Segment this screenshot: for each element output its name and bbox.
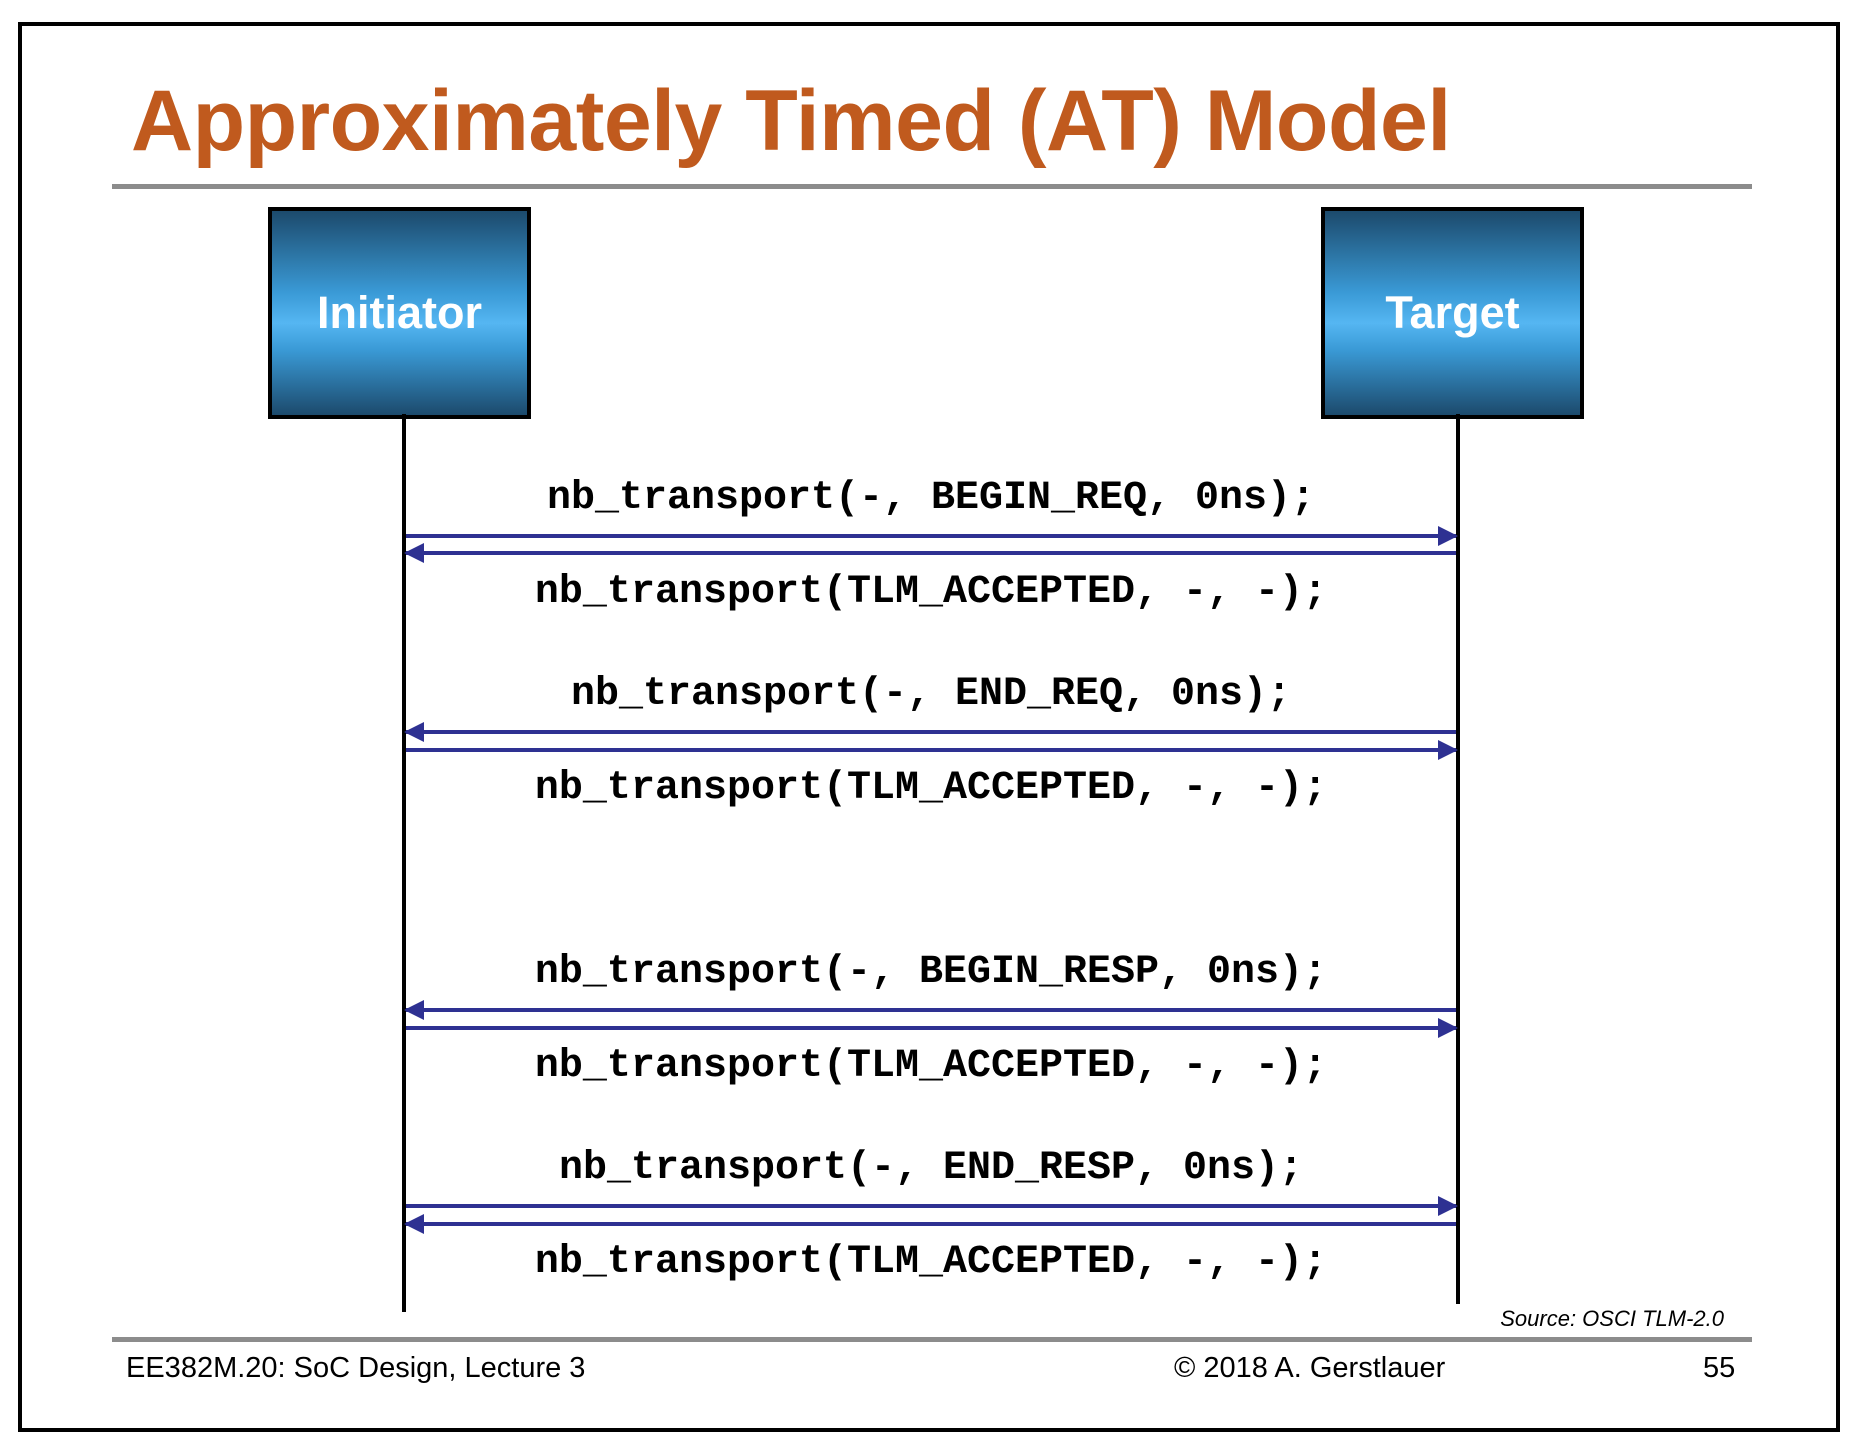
footer-course: EE382M.20: SoC Design, Lecture 3 xyxy=(126,1352,586,1384)
message-label: nb_transport(TLM_ACCEPTED, -, -); xyxy=(535,1044,1327,1089)
message-label: nb_transport(TLM_ACCEPTED, -, -); xyxy=(535,570,1327,615)
message-label: nb_transport(TLM_ACCEPTED, -, -); xyxy=(535,1240,1327,1285)
source-note: Source: OSCI TLM-2.0 xyxy=(1500,1306,1724,1331)
message-label: nb_transport(-, END_REQ, 0ns); xyxy=(571,672,1291,717)
message-label: nb_transport(-, BEGIN_REQ, 0ns); xyxy=(547,476,1315,521)
message-group: nb_transport(-, BEGIN_REQ, 0ns); nb_trans… xyxy=(404,476,1458,1285)
footer-copyright: © 2018 A. Gerstlauer xyxy=(1174,1352,1446,1384)
sequence-diagram: nb_transport(-, BEGIN_REQ, 0ns); nb_trans… xyxy=(402,414,1460,1312)
message-label: nb_transport(-, END_RESP, 0ns); xyxy=(559,1146,1303,1191)
message-label: nb_transport(TLM_ACCEPTED, -, -); xyxy=(535,766,1327,811)
footer-divider xyxy=(112,1337,1752,1342)
footer-page-number: 55 xyxy=(1703,1352,1736,1384)
message-label: nb_transport(-, BEGIN_RESP, 0ns); xyxy=(535,950,1327,995)
